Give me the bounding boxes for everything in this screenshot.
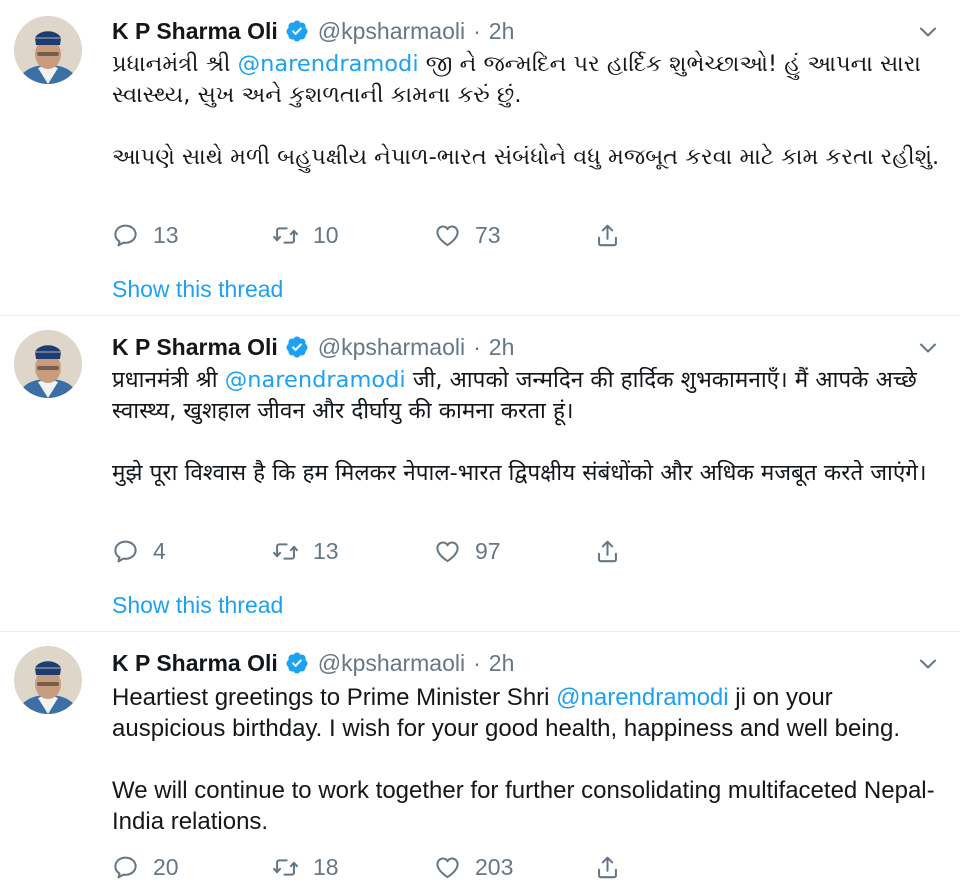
tweet-actions: 4 13 97 <box>112 534 672 568</box>
tweet[interactable]: K P Sharma Oli @kpsharmaoli · 2h प्रधानम… <box>0 316 960 631</box>
chevron-down-icon[interactable] <box>918 654 938 674</box>
author-handle[interactable]: @kpsharmaoli <box>318 650 465 677</box>
like-count: 73 <box>475 221 501 248</box>
chevron-down-icon[interactable] <box>918 338 938 358</box>
separator: · <box>473 649 481 676</box>
text-run: Heartiest greetings to Prime Minister Sh… <box>112 684 557 711</box>
tweet-text: પ્રધાનમંત્રી શ્રી @narendramodi જી ને જન… <box>112 49 942 173</box>
show-thread-link[interactable]: Show this thread <box>112 276 283 303</box>
avatar[interactable] <box>14 646 82 714</box>
author-name[interactable]: K P Sharma Oli <box>112 334 278 361</box>
like-icon <box>434 538 461 565</box>
verified-badge-icon <box>285 335 309 359</box>
avatar[interactable] <box>14 16 82 84</box>
author-handle[interactable]: @kpsharmaoli <box>318 18 465 45</box>
mention-link[interactable]: @narendramodi <box>225 367 406 393</box>
separator: · <box>473 333 481 360</box>
retweet-button[interactable]: 10 <box>272 218 339 252</box>
reply-icon <box>112 538 139 565</box>
retweet-count: 13 <box>313 537 339 564</box>
like-count: 203 <box>475 853 514 880</box>
author-name[interactable]: K P Sharma Oli <box>112 18 278 45</box>
tweet-text: Heartiest greetings to Prime Minister Sh… <box>112 682 942 837</box>
reply-count: 4 <box>153 537 166 564</box>
show-thread-link[interactable]: Show this thread <box>112 592 283 619</box>
share-icon <box>594 222 621 249</box>
author-name[interactable]: K P Sharma Oli <box>112 650 278 677</box>
reply-icon <box>112 222 139 249</box>
tweet-paragraph: मुझे पूरा विश्वास है कि हम मिलकर नेपाल-भ… <box>112 460 927 486</box>
retweet-icon <box>272 538 299 565</box>
share-button[interactable] <box>594 850 621 884</box>
share-icon <box>594 854 621 881</box>
text-run: પ્રધાનમંત્રી શ્રી <box>112 51 238 77</box>
like-button[interactable]: 203 <box>434 850 513 884</box>
tweet-paragraph: આપણે સાથે મળી બહુપક્ષીય નેપાળ-ભારત સંબંધ… <box>112 144 940 170</box>
author-handle[interactable]: @kpsharmaoli <box>318 334 465 361</box>
retweet-count: 10 <box>313 221 339 248</box>
timestamp[interactable]: 2h <box>489 18 515 45</box>
retweet-button[interactable]: 13 <box>272 534 339 568</box>
tweet-paragraph: પ્રધાનમંત્રી શ્રી @narendramodi જી ને જન… <box>112 49 942 111</box>
share-icon <box>594 538 621 565</box>
tweet[interactable]: K P Sharma Oli @kpsharmaoli · 2h Heartie… <box>0 632 960 895</box>
reply-button[interactable]: 20 <box>112 850 179 884</box>
share-button[interactable] <box>594 534 621 568</box>
retweet-icon <box>272 854 299 881</box>
share-button[interactable] <box>594 218 621 252</box>
timestamp[interactable]: 2h <box>489 334 515 361</box>
retweet-button[interactable]: 18 <box>272 850 339 884</box>
tweet-paragraph: We will continue to work together for fu… <box>112 777 935 835</box>
avatar[interactable] <box>14 330 82 398</box>
verified-badge-icon <box>285 19 309 43</box>
chevron-down-icon[interactable] <box>918 22 938 42</box>
reply-count: 20 <box>153 853 179 880</box>
reply-icon <box>112 854 139 881</box>
like-button[interactable]: 97 <box>434 534 501 568</box>
timestamp[interactable]: 2h <box>489 650 515 677</box>
like-icon <box>434 854 461 881</box>
reply-button[interactable]: 13 <box>112 218 179 252</box>
tweet-paragraph: Heartiest greetings to Prime Minister Sh… <box>112 682 942 744</box>
retweet-icon <box>272 222 299 249</box>
separator: · <box>473 17 481 44</box>
like-button[interactable]: 73 <box>434 218 501 252</box>
tweet-text: प्रधानमंत्री श्री @narendramodi जी, आपको… <box>112 365 942 489</box>
verified-badge-icon <box>285 651 309 675</box>
retweet-count: 18 <box>313 853 339 880</box>
tweet-actions: 13 10 73 <box>112 218 672 252</box>
tweet-actions: 20 18 203 <box>112 850 672 884</box>
tweet[interactable]: K P Sharma Oli @kpsharmaoli · 2h પ્રધાનમ… <box>0 0 960 316</box>
like-count: 97 <box>475 537 501 564</box>
like-icon <box>434 222 461 249</box>
mention-link[interactable]: @narendramodi <box>238 51 419 77</box>
tweet-paragraph: प्रधानमंत्री श्री @narendramodi जी, आपको… <box>112 365 942 427</box>
reply-count: 13 <box>153 221 179 248</box>
mention-link[interactable]: @narendramodi <box>556 684 728 711</box>
text-run: प्रधानमंत्री श्री <box>112 367 225 393</box>
reply-button[interactable]: 4 <box>112 534 166 568</box>
